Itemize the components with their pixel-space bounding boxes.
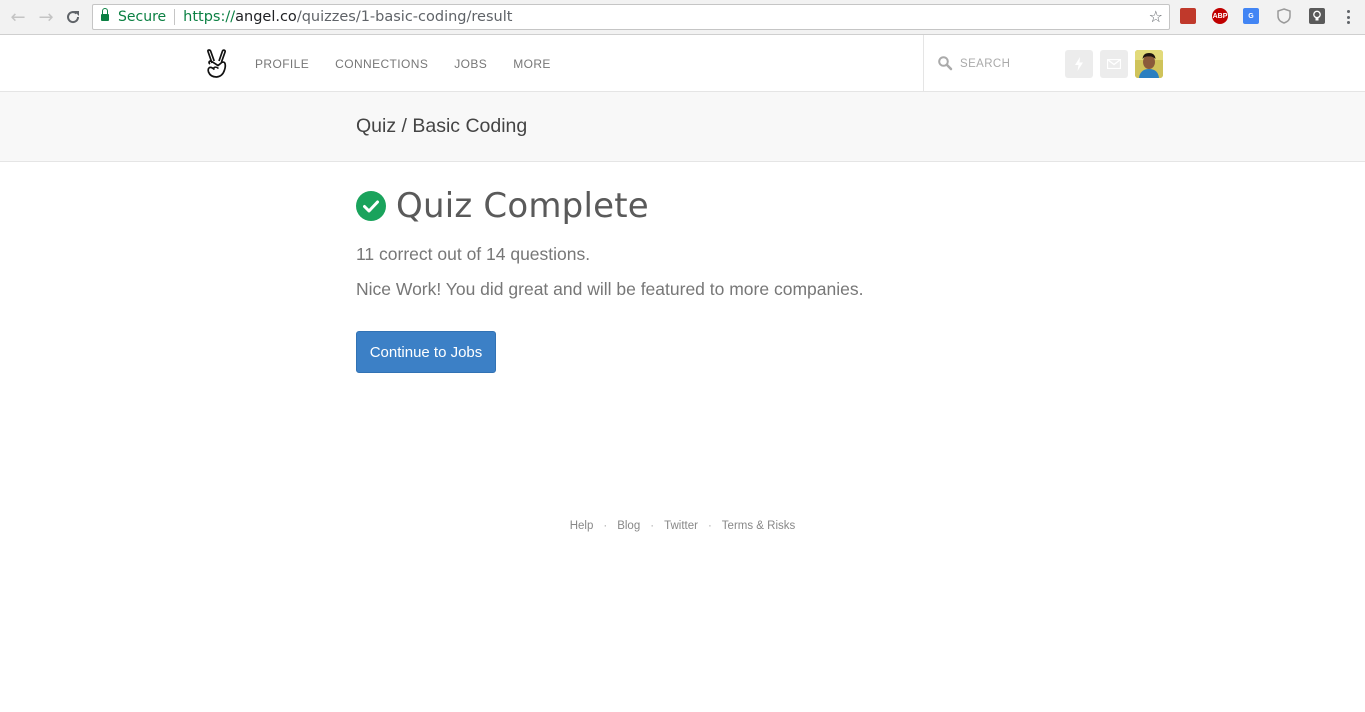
url-host: angel.co: [235, 9, 297, 25]
secure-label: Secure: [118, 9, 167, 25]
quiz-complete-title: Quiz Complete: [396, 186, 649, 226]
continue-to-jobs-button[interactable]: Continue to Jobs: [356, 331, 496, 373]
omnibox-divider: [174, 9, 176, 25]
browser-toolbar: ← → Secure https://angel.co/quizzes/1-ba…: [0, 0, 1365, 35]
quiz-complete-heading: Quiz Complete: [356, 186, 649, 226]
url-scheme: https://: [183, 9, 236, 25]
nav-more[interactable]: MORE: [513, 57, 551, 71]
back-icon[interactable]: ←: [8, 7, 28, 28]
nav-profile[interactable]: PROFILE: [255, 57, 309, 71]
footer-link-blog[interactable]: Blog: [617, 520, 640, 532]
site-header: PROFILE CONNECTIONS JOBS MORE: [0, 35, 1365, 92]
messages-button[interactable]: [1100, 50, 1128, 78]
envelope-icon: [1107, 59, 1121, 69]
footer-link-terms[interactable]: Terms & Risks: [722, 520, 795, 532]
google-translate-icon[interactable]: G: [1243, 8, 1259, 24]
browser-menu-icon[interactable]: [1343, 8, 1353, 26]
top-nav: PROFILE CONNECTIONS JOBS MORE: [255, 35, 577, 92]
shield-extension-icon[interactable]: [1276, 8, 1292, 24]
avatar[interactable]: [1135, 50, 1163, 78]
lightning-icon: [1075, 57, 1083, 71]
header-divider: [923, 35, 924, 92]
footer-link-help[interactable]: Help: [570, 520, 594, 532]
bookmark-extension-icon[interactable]: [1180, 8, 1196, 24]
adblock-plus-icon[interactable]: ABP: [1212, 8, 1228, 24]
notifications-button[interactable]: [1065, 50, 1093, 78]
footer: Help · Blog · Twitter · Terms & Risks: [0, 518, 1365, 534]
adblock-label: ABP: [1212, 12, 1228, 20]
footer-separator: ·: [603, 520, 608, 532]
forward-icon[interactable]: →: [36, 7, 56, 28]
search-input[interactable]: [960, 54, 1050, 74]
lightbulb-extension-icon[interactable]: [1309, 8, 1325, 24]
address-bar[interactable]: Secure https://angel.co/quizzes/1-basic-…: [92, 4, 1170, 30]
footer-link-twitter[interactable]: Twitter: [664, 520, 698, 532]
url-text[interactable]: https://angel.co/quizzes/1-basic-coding/…: [183, 9, 512, 25]
lock-icon: [101, 8, 109, 22]
reload-icon[interactable]: [63, 7, 83, 27]
footer-separator: ·: [650, 520, 655, 532]
page-subheader: Quiz / Basic Coding: [0, 92, 1365, 162]
angellist-logo-icon[interactable]: [204, 49, 230, 79]
nav-connections[interactable]: CONNECTIONS: [335, 57, 428, 71]
bookmark-star-icon[interactable]: ☆: [1149, 7, 1163, 26]
page-title: Quiz / Basic Coding: [356, 115, 528, 137]
url-path: /quizzes/1-basic-coding/result: [296, 9, 513, 25]
search-icon: [937, 55, 953, 71]
result-message: Nice Work! You did great and will be fea…: [356, 279, 864, 299]
check-circle-icon: [356, 191, 386, 221]
nav-jobs[interactable]: JOBS: [454, 57, 487, 71]
score-text: 11 correct out of 14 questions.: [356, 244, 591, 264]
footer-separator: ·: [707, 520, 712, 532]
